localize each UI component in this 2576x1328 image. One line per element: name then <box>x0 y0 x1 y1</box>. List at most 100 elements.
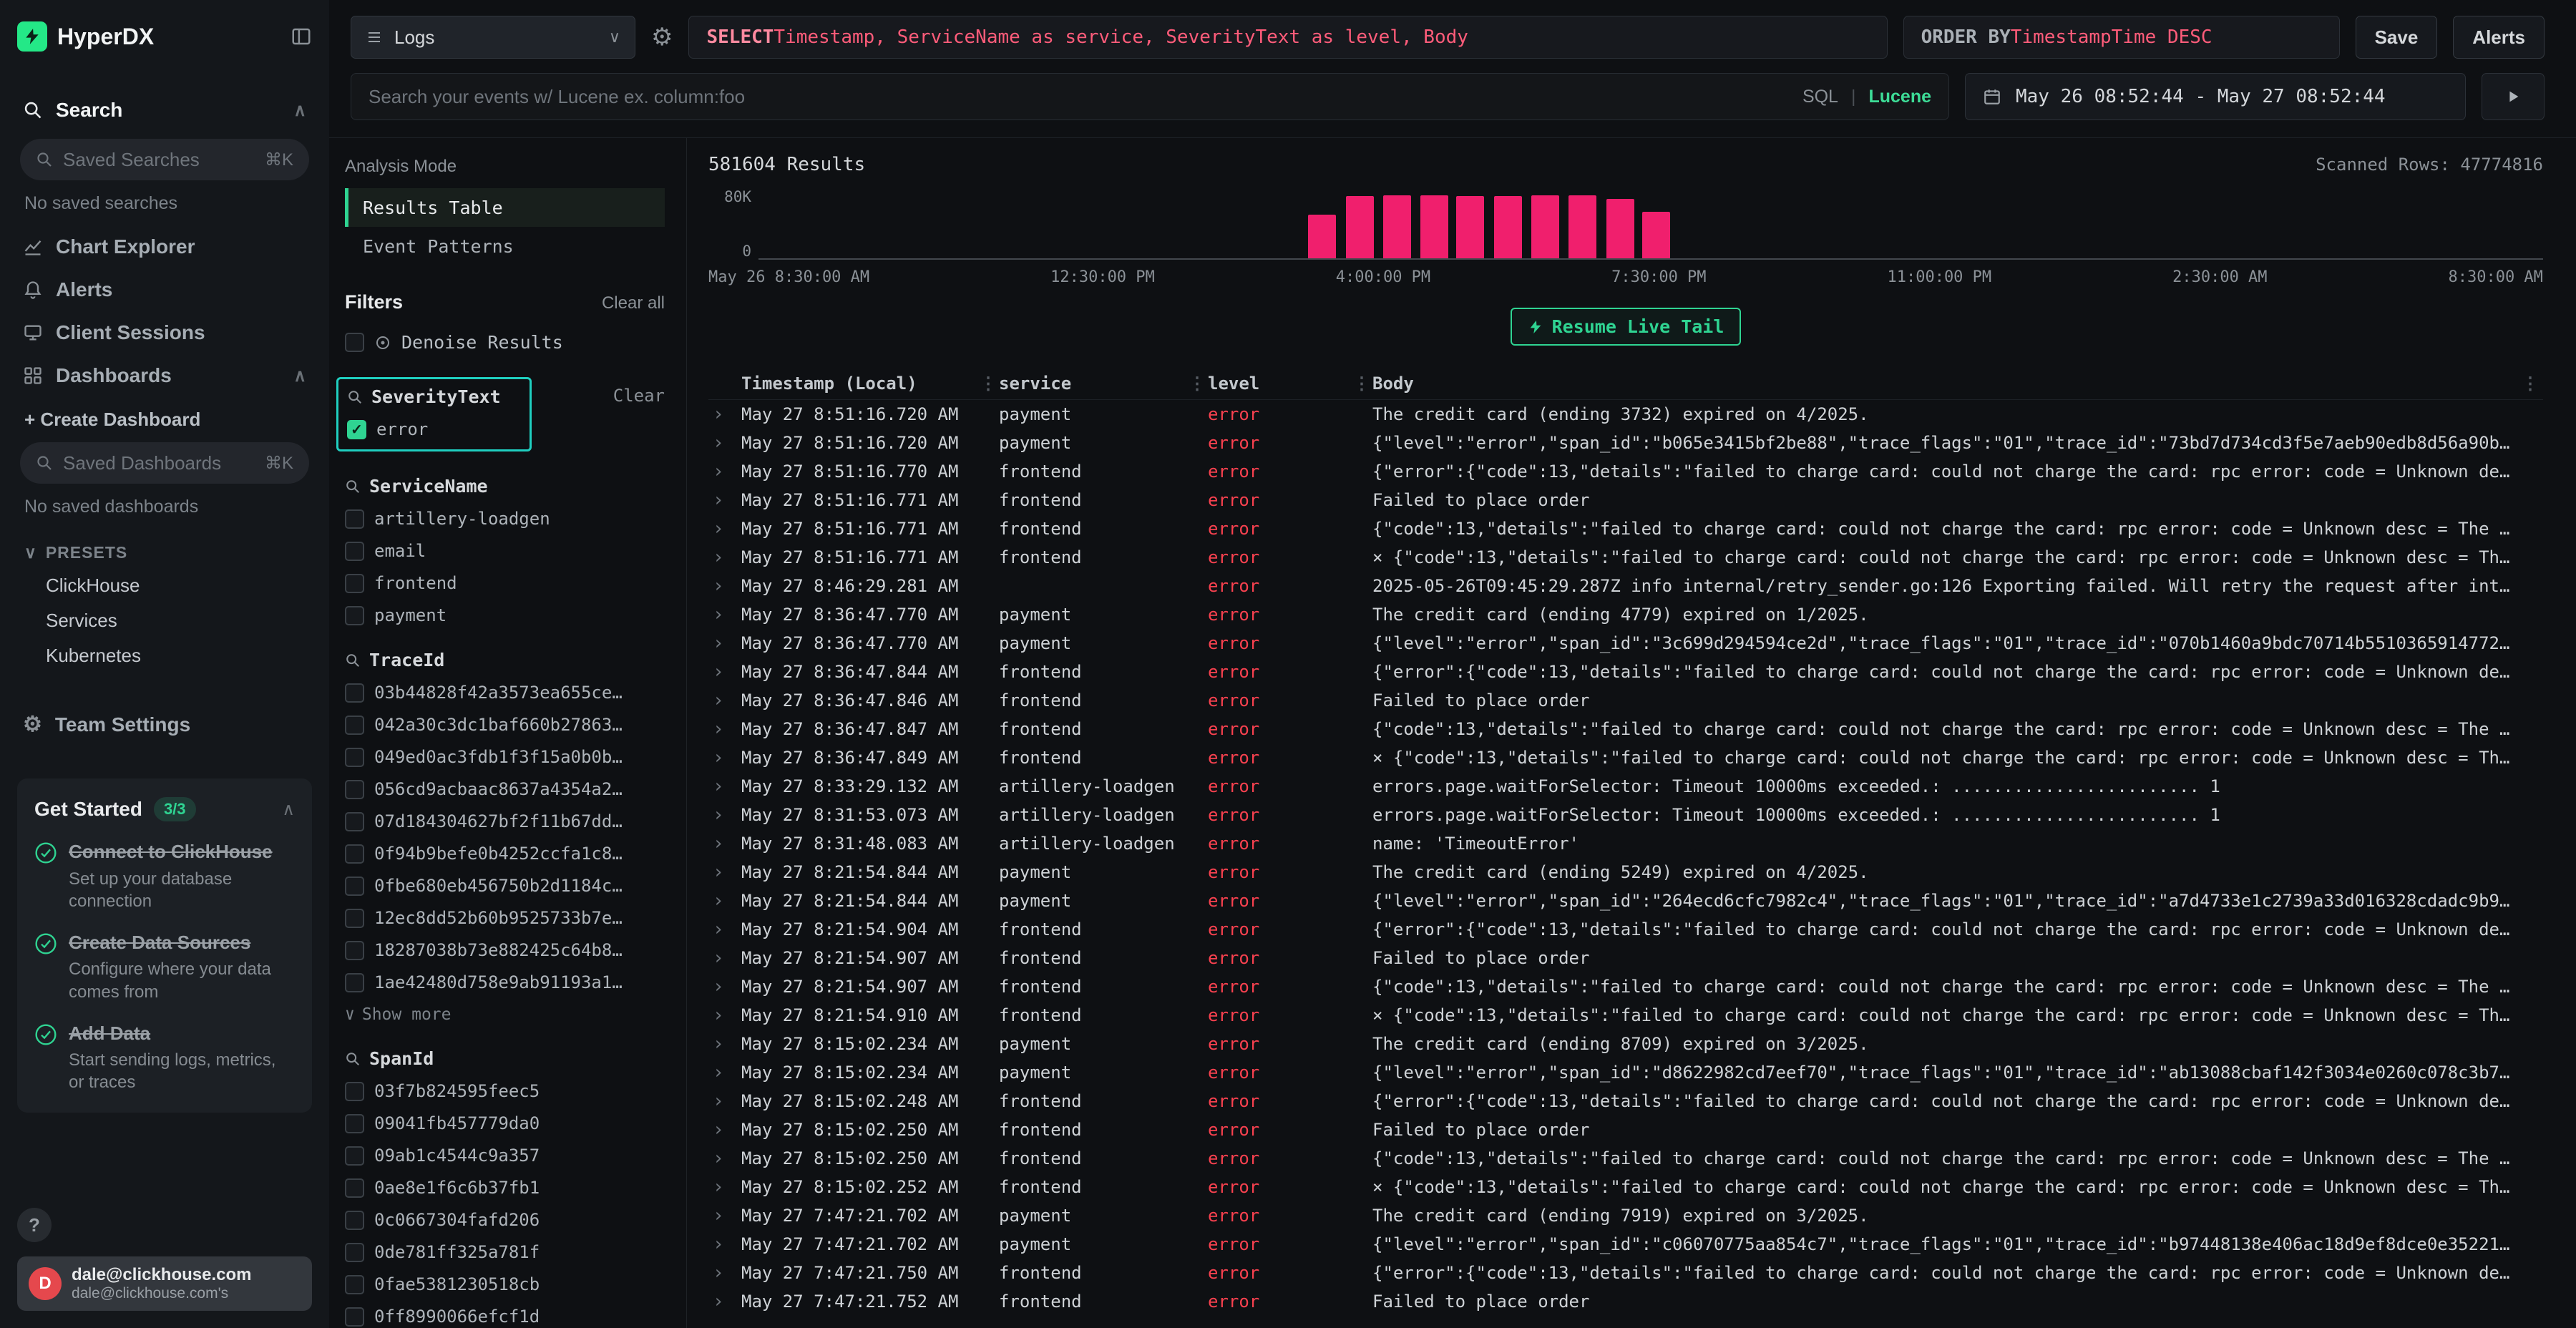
saved-dashboards-button[interactable]: Saved Dashboards ⌘K <box>20 442 309 484</box>
row-expand-icon[interactable]: › <box>708 947 741 969</box>
checkbox[interactable] <box>345 780 364 799</box>
log-row[interactable]: ›May 27 8:36:47.844 AMfrontenderror{"err… <box>708 658 2543 686</box>
saved-searches-button[interactable]: Saved Searches ⌘K <box>20 139 309 180</box>
create-dashboard-button[interactable]: + Create Dashboard <box>17 397 312 435</box>
sidebar-item-alerts[interactable]: Alerts <box>17 268 312 311</box>
log-row[interactable]: ›May 27 8:36:47.770 AMpaymenterror{"leve… <box>708 629 2543 658</box>
sidebar-preset-kubernetes[interactable]: Kubernetes <box>17 638 312 673</box>
checkbox[interactable] <box>345 1082 364 1101</box>
checkbox[interactable] <box>345 1275 364 1294</box>
log-row[interactable]: ›May 27 8:15:02.250 AMfrontenderror{"cod… <box>708 1144 2543 1173</box>
row-expand-icon[interactable]: › <box>708 776 741 797</box>
user-menu[interactable]: D dale@clickhouse.com dale@clickhouse.co… <box>17 1256 312 1311</box>
histogram-bar[interactable] <box>1531 195 1559 258</box>
language-lucene-toggle[interactable]: Lucene <box>1868 87 1931 107</box>
column-menu-icon[interactable]: ⋮ <box>1351 374 1372 394</box>
row-expand-icon[interactable]: › <box>708 489 741 511</box>
facet-item[interactable]: 0c0667304fafd206 <box>345 1210 665 1230</box>
get-started-task[interactable]: Create Data SourcesConfigure where your … <box>34 931 295 1003</box>
log-row[interactable]: ›May 27 8:51:16.770 AMfrontenderror{"err… <box>708 457 2543 486</box>
gear-icon[interactable]: ⚙ <box>651 23 673 52</box>
sidebar-item-search[interactable]: Search ∧ <box>17 89 312 132</box>
log-row[interactable]: ›May 27 7:47:21.702 AMpaymenterror{"leve… <box>708 1230 2543 1259</box>
log-row[interactable]: ›May 27 8:21:54.907 AMfrontenderror{"cod… <box>708 972 2543 1001</box>
facet-item[interactable]: 056cd9acbaac8637a4354a2… <box>345 779 665 799</box>
row-expand-icon[interactable]: › <box>708 461 741 482</box>
column-header-service[interactable]: service <box>999 374 1186 394</box>
histogram-bar[interactable] <box>1494 196 1522 258</box>
log-row[interactable]: ›May 27 8:15:02.234 AMpaymenterror{"leve… <box>708 1058 2543 1087</box>
save-button[interactable]: Save <box>2356 16 2438 59</box>
log-row[interactable]: ›May 27 8:51:16.720 AMpaymenterrorThe cr… <box>708 400 2543 429</box>
sidebar-collapse-icon[interactable] <box>291 26 312 47</box>
checkbox[interactable] <box>345 748 364 767</box>
log-row[interactable]: ›May 27 8:21:54.844 AMpaymenterrorThe cr… <box>708 858 2543 887</box>
checkbox[interactable] <box>345 606 364 625</box>
facet-item[interactable]: 03f7b824595feec5 <box>345 1081 665 1101</box>
help-button[interactable]: ? <box>17 1208 52 1242</box>
checkbox[interactable] <box>345 542 364 561</box>
row-expand-icon[interactable]: › <box>708 1062 741 1083</box>
language-sql-toggle[interactable]: SQL <box>1802 87 1838 107</box>
log-row[interactable]: ›May 27 8:15:02.234 AMpaymenterrorThe cr… <box>708 1030 2543 1058</box>
row-expand-icon[interactable]: › <box>708 432 741 454</box>
alerts-button[interactable]: Alerts <box>2453 16 2545 59</box>
row-expand-icon[interactable]: › <box>708 1176 741 1198</box>
sql-select-input[interactable]: SELECT Timestamp, ServiceName as service… <box>688 16 1887 59</box>
row-expand-icon[interactable]: › <box>708 690 741 711</box>
facet-item[interactable]: 09ab1c4544c9a357 <box>345 1146 665 1166</box>
log-row[interactable]: ›May 27 8:15:02.252 AMfrontenderror× {"c… <box>708 1173 2543 1201</box>
row-expand-icon[interactable]: › <box>708 747 741 768</box>
log-row[interactable]: ›May 27 8:36:47.846 AMfrontenderrorFaile… <box>708 686 2543 715</box>
log-row[interactable]: ›May 27 8:51:16.720 AMpaymenterror{"leve… <box>708 429 2543 457</box>
denoise-toggle[interactable]: Denoise Results <box>345 332 665 353</box>
row-expand-icon[interactable]: › <box>708 804 741 826</box>
log-row[interactable]: ›May 27 8:15:02.250 AMfrontenderrorFaile… <box>708 1115 2543 1144</box>
checkbox[interactable] <box>345 877 364 896</box>
row-expand-icon[interactable]: › <box>708 1005 741 1026</box>
row-expand-icon[interactable]: › <box>708 1033 741 1055</box>
get-started-task[interactable]: Connect to ClickHouseSet up your databas… <box>34 840 295 912</box>
row-expand-icon[interactable]: › <box>708 1262 741 1284</box>
facet-item[interactable]: 12ec8dd52b60b9525733b7e… <box>345 908 665 928</box>
source-select[interactable]: Logs ∨ <box>351 16 635 59</box>
show-more-button[interactable]: ∨Show more <box>345 1005 665 1024</box>
log-row[interactable]: ›May 27 8:36:47.847 AMfrontenderror{"cod… <box>708 715 2543 743</box>
run-query-button[interactable] <box>2482 73 2545 120</box>
row-expand-icon[interactable]: › <box>708 718 741 740</box>
log-row[interactable]: ›May 27 8:15:02.248 AMfrontenderror{"err… <box>708 1087 2543 1115</box>
log-row[interactable]: ›May 27 8:33:29.132 AMartillery-loadgene… <box>708 772 2543 801</box>
checkbox[interactable] <box>345 844 364 864</box>
sidebar-preset-clickhouse[interactable]: ClickHouse <box>17 568 312 603</box>
checkbox[interactable] <box>345 1243 364 1262</box>
event-search-input[interactable] <box>369 86 1790 108</box>
checkbox[interactable] <box>345 1178 364 1198</box>
column-header-body[interactable]: Body <box>1372 374 2517 394</box>
facet-item[interactable]: 042a30c3dc1baf660b27863… <box>345 715 665 735</box>
log-row[interactable]: ›May 27 8:21:54.904 AMfrontenderror{"err… <box>708 915 2543 944</box>
column-menu-icon[interactable]: ⋮ <box>1186 374 1208 394</box>
log-row[interactable]: ›May 27 8:46:29.281 AMerror2025-05-26T09… <box>708 572 2543 600</box>
checkbox[interactable] <box>345 909 364 928</box>
facet-item[interactable]: 0ae8e1f6c6b37fb1 <box>345 1178 665 1198</box>
histogram-bar[interactable] <box>1383 195 1411 258</box>
row-expand-icon[interactable]: › <box>708 1234 741 1255</box>
row-expand-icon[interactable]: › <box>708 919 741 940</box>
histogram-bar[interactable] <box>1642 212 1670 258</box>
row-expand-icon[interactable]: › <box>708 890 741 912</box>
facet-item[interactable]: email <box>345 541 665 561</box>
row-expand-icon[interactable]: › <box>708 1291 741 1312</box>
log-row[interactable]: ›May 27 8:36:47.770 AMpaymenterrorThe cr… <box>708 600 2543 629</box>
log-row[interactable]: ›May 27 8:31:53.073 AMartillery-loadgene… <box>708 801 2543 829</box>
checkbox[interactable] <box>345 574 364 593</box>
row-expand-icon[interactable]: › <box>708 604 741 625</box>
log-row[interactable]: ›May 27 8:51:16.771 AMfrontenderrorFaile… <box>708 486 2543 514</box>
row-expand-icon[interactable]: › <box>708 633 741 654</box>
sidebar-preset-services[interactable]: Services <box>17 603 312 638</box>
log-row[interactable]: ›May 27 8:51:16.771 AMfrontenderror{"cod… <box>708 514 2543 543</box>
histogram-bar[interactable] <box>1420 195 1448 258</box>
log-row[interactable]: ›May 27 8:36:47.849 AMfrontenderror× {"c… <box>708 743 2543 772</box>
checkbox[interactable]: ✓ <box>347 420 366 439</box>
checkbox[interactable] <box>345 973 364 992</box>
row-expand-icon[interactable]: › <box>708 518 741 540</box>
